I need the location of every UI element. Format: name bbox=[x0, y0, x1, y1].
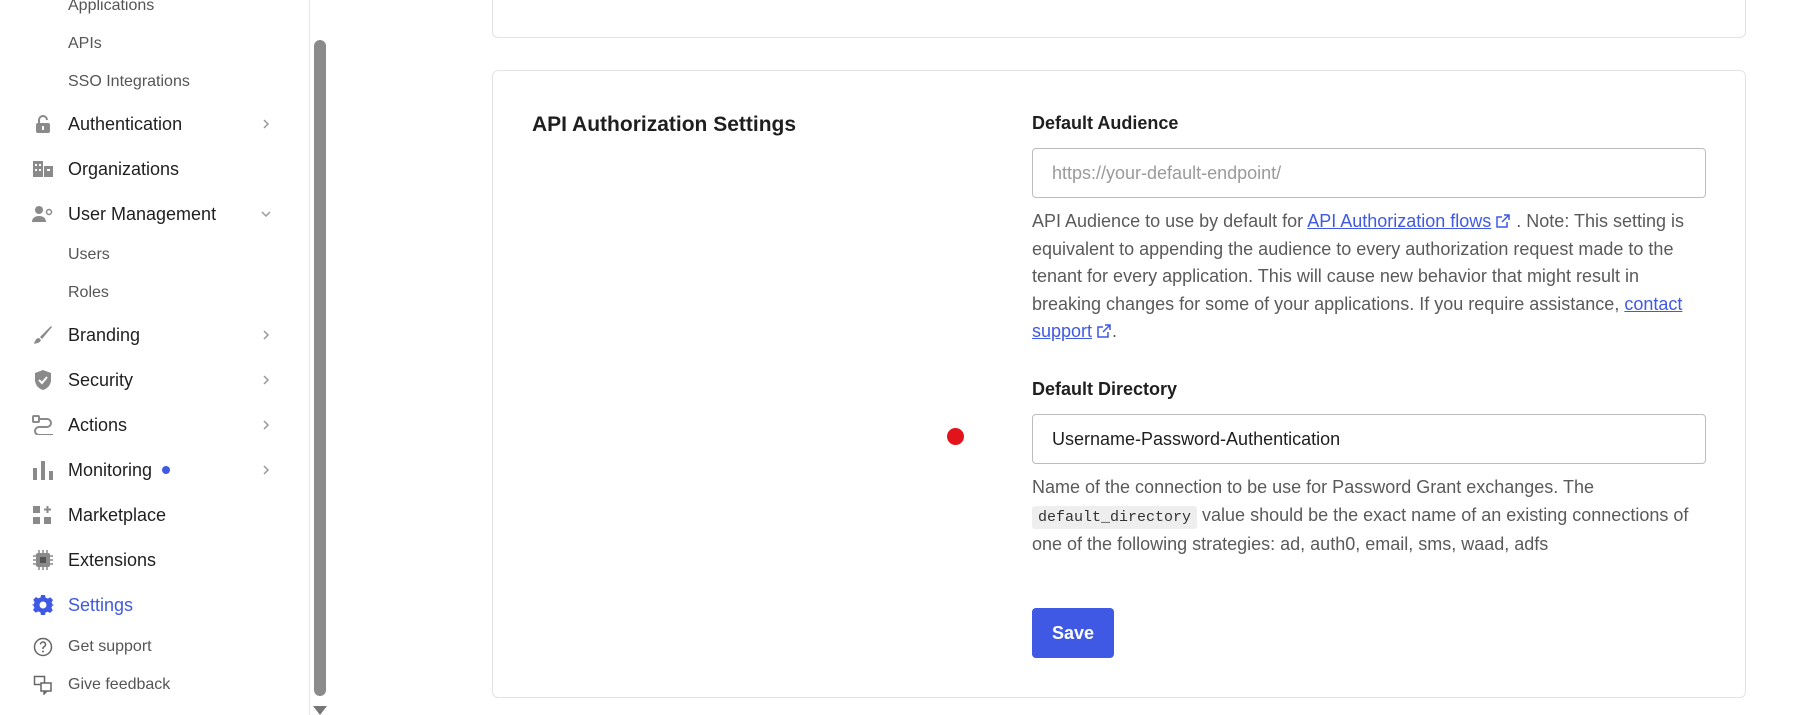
sidebar-item-label: Security bbox=[68, 369, 134, 390]
chevron-right-icon bbox=[263, 465, 270, 475]
sidebar-item-extensions[interactable]: Extensions bbox=[30, 544, 282, 576]
default-directory-input[interactable] bbox=[1032, 414, 1706, 464]
api-authorization-flows-link[interactable]: API Authorization flows bbox=[1307, 211, 1491, 231]
sidebar-item-label: Settings bbox=[68, 594, 134, 615]
actions-icon bbox=[30, 413, 56, 437]
chevron-right-icon bbox=[263, 375, 270, 385]
default-audience-input[interactable] bbox=[1032, 148, 1706, 198]
link-text: API Authorization flows bbox=[1307, 211, 1492, 231]
chevron-down-icon bbox=[261, 211, 271, 218]
code-snippet: default_directory bbox=[1032, 505, 1198, 529]
marketplace-icon bbox=[30, 503, 56, 527]
sidebar-item-label: Monitoring bbox=[68, 459, 153, 480]
previous-settings-card bbox=[492, 0, 1746, 38]
chevron-right-icon bbox=[263, 420, 270, 430]
help-circle-icon bbox=[30, 636, 56, 658]
users-icon bbox=[30, 202, 56, 226]
default-audience-label: Default Audience bbox=[1032, 113, 1179, 133]
lock-icon bbox=[30, 112, 56, 136]
feedback-icon bbox=[30, 674, 56, 696]
give-feedback-link[interactable]: Give feedback bbox=[30, 674, 170, 696]
chip-icon bbox=[30, 548, 56, 572]
section-title: API Authorization Settings bbox=[532, 113, 797, 136]
sidebar-item-organizations[interactable]: Organizations bbox=[30, 153, 282, 185]
chart-icon bbox=[30, 458, 56, 482]
shield-icon bbox=[30, 368, 56, 392]
save-button[interactable]: Save bbox=[1032, 608, 1114, 658]
help-text: Name of the connection to be use for Pas… bbox=[1032, 477, 1594, 497]
cursor-marker bbox=[947, 428, 964, 445]
sidebar-subitem-applications[interactable]: Applications bbox=[68, 0, 154, 15]
sidebar-item-label: User Management bbox=[68, 203, 217, 224]
sidebar-subitem-users[interactable]: Users bbox=[68, 246, 110, 264]
default-directory-label: Default Directory bbox=[1032, 379, 1178, 399]
sidebar-item-authentication[interactable]: Authentication bbox=[30, 108, 282, 140]
sidebar-item-label: Organizations bbox=[68, 158, 180, 179]
brush-icon bbox=[30, 323, 56, 347]
sidebar-item-monitoring[interactable]: Monitoring bbox=[30, 454, 282, 486]
chevron-right-icon bbox=[263, 330, 270, 340]
gear-icon bbox=[30, 593, 56, 617]
chevron-right-icon bbox=[263, 119, 270, 129]
sidebar-item-branding[interactable]: Branding bbox=[30, 319, 282, 351]
sidebar-item-security[interactable]: Security bbox=[30, 364, 282, 396]
external-link-icon bbox=[1097, 324, 1111, 338]
notification-dot bbox=[162, 466, 171, 474]
sidebar-scrollbar-thumb[interactable] bbox=[314, 40, 326, 696]
sidebar-item-label: Branding bbox=[68, 324, 141, 345]
default-directory-help: Name of the connection to be use for Pas… bbox=[1032, 474, 1712, 559]
sidebar-subitem-sso-integrations[interactable]: SSO Integrations bbox=[68, 73, 190, 91]
sidebar-subitem-roles[interactable]: Roles bbox=[68, 284, 109, 302]
default-audience-help: API Audience to use by default for API A… bbox=[1032, 208, 1712, 346]
sidebar-item-label: Authentication bbox=[68, 113, 183, 134]
get-support-label: Get support bbox=[68, 638, 152, 655]
sidebar-subitem-apis[interactable]: APIs bbox=[68, 35, 102, 53]
sidebar-item-settings[interactable]: Settings bbox=[30, 589, 282, 621]
sidebar-item-label: Extensions bbox=[68, 549, 157, 570]
give-feedback-label: Give feedback bbox=[68, 676, 171, 693]
get-support-link[interactable]: Get support bbox=[30, 636, 152, 658]
sidebar: Applications APIs SSO Integrations Authe… bbox=[0, 0, 310, 715]
sidebar-item-user-management[interactable]: User Management bbox=[30, 198, 282, 230]
sidebar-item-label: Marketplace bbox=[68, 504, 167, 525]
sidebar-item-marketplace[interactable]: Marketplace bbox=[30, 499, 282, 531]
sidebar-item-label: Actions bbox=[68, 414, 128, 435]
external-link-icon bbox=[1496, 214, 1511, 228]
help-text: . bbox=[1112, 321, 1118, 341]
sidebar-item-actions[interactable]: Actions bbox=[30, 409, 282, 441]
building-icon bbox=[30, 157, 56, 181]
help-text: API Audience to use by default for bbox=[1032, 211, 1308, 231]
scroll-down-arrow[interactable] bbox=[313, 706, 327, 715]
